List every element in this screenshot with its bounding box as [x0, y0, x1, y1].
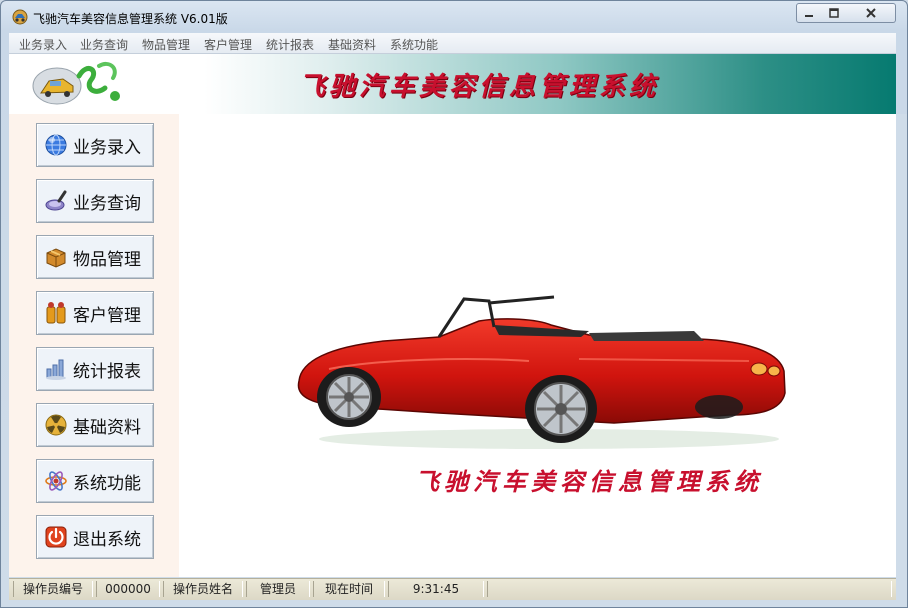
nav-button-exit[interactable]: 退出系统	[36, 515, 154, 559]
bar-chart-icon	[46, 359, 66, 380]
nav-label-business-entry: 业务录入	[73, 137, 141, 158]
minimize-button[interactable]	[796, 3, 822, 23]
status-time: 9:31:45	[388, 581, 484, 597]
content-right-border	[896, 114, 907, 577]
nav-label-goods: 物品管理	[73, 249, 141, 270]
status-empty-panel	[487, 581, 892, 597]
content-area: 飞驰汽车美容信息管理系统	[179, 114, 896, 577]
menu-item-system[interactable]: 系统功能	[390, 36, 438, 53]
status-operator-id: 000000	[96, 581, 160, 597]
nav-button-basic-data[interactable]: 基础资料	[36, 403, 154, 447]
nav-button-goods[interactable]: 物品管理	[36, 235, 154, 279]
menu-item-basic-data[interactable]: 基础资料	[328, 36, 376, 53]
content-caption: 飞驰汽车美容信息管理系统	[415, 467, 763, 496]
magnifier-icon	[45, 190, 67, 211]
nav-button-system[interactable]: 系统功能	[36, 459, 154, 503]
radiation-icon	[45, 414, 67, 436]
nav-button-reports[interactable]: 统计报表	[36, 347, 154, 391]
banner: 飞驰汽车美容信息管理系统	[9, 54, 896, 114]
customers-icon	[46, 302, 66, 324]
nav-button-business-entry[interactable]: 业务录入	[36, 123, 154, 167]
close-icon	[866, 8, 876, 18]
red-convertible-car-image	[297, 295, 786, 449]
sidebar: 业务录入 业务查询 物品管理 客户管理 统计报表 基础资料 系统功能 退出系统	[9, 114, 179, 577]
menu-item-business-entry[interactable]: 业务录入	[19, 36, 67, 53]
menu-item-goods[interactable]: 物品管理	[142, 36, 190, 53]
minimize-icon	[805, 15, 813, 17]
status-bar: 操作员编号 000000 操作员姓名 管理员 现在时间 9:31:45	[9, 578, 896, 600]
nav-button-customers[interactable]: 客户管理	[36, 291, 154, 335]
nav-label-system: 系统功能	[73, 473, 141, 494]
maximize-icon	[829, 8, 839, 18]
title-bar[interactable]: 飞驰汽车美容信息管理系统 V6.01版	[1, 1, 907, 32]
nav-label-customers: 客户管理	[73, 305, 141, 326]
window-title: 飞驰汽车美容信息管理系统 V6.01版	[33, 12, 228, 26]
globe-icon	[45, 134, 67, 156]
close-button[interactable]	[847, 3, 896, 23]
logo-icon	[32, 61, 120, 105]
nav-label-reports: 统计报表	[73, 361, 141, 382]
nav-button-business-query[interactable]: 业务查询	[36, 179, 154, 223]
menu-item-customers[interactable]: 客户管理	[204, 36, 252, 53]
menu-item-business-query[interactable]: 业务查询	[80, 36, 128, 53]
banner-title: 飞驰汽车美容信息管理系统	[299, 72, 660, 102]
main-window: 飞驰汽车美容信息管理系统 V6.01版 业务录入 业务查询 物品管理 客户管理 …	[0, 0, 908, 608]
nav-label-basic-data: 基础资料	[73, 417, 141, 438]
maximize-button[interactable]	[821, 3, 848, 23]
box-icon	[46, 248, 66, 268]
status-time-label: 现在时间	[313, 581, 385, 597]
menu-item-reports[interactable]: 统计报表	[266, 36, 314, 53]
power-icon	[45, 526, 67, 548]
atom-icon	[45, 471, 67, 491]
status-operator-id-label: 操作员编号	[13, 581, 93, 597]
app-icon	[12, 9, 28, 25]
nav-label-exit: 退出系统	[73, 529, 141, 550]
status-operator-name-label: 操作员姓名	[163, 581, 243, 597]
menu-bar: 业务录入 业务查询 物品管理 客户管理 统计报表 基础资料 系统功能	[9, 33, 896, 54]
status-operator-name: 管理员	[246, 581, 310, 597]
nav-label-business-query: 业务查询	[73, 193, 141, 214]
